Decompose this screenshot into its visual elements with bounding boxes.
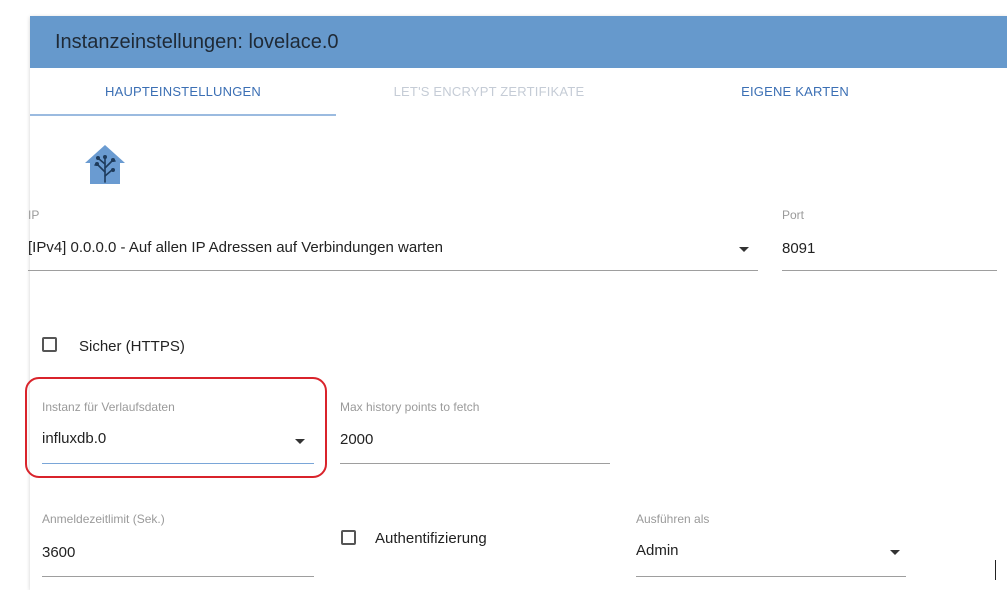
tab-custom-cards[interactable]: EIGENE KARTEN <box>642 68 948 116</box>
dialog-title: Instanzeinstellungen: lovelace.0 <box>30 16 1007 68</box>
port-underline <box>782 270 997 271</box>
tab-main-settings[interactable]: HAUPTEINSTELLUNGEN <box>30 68 336 116</box>
ip-underline <box>28 270 758 271</box>
instance-settings-dialog: Instanzeinstellungen: lovelace.0 HAUPTEI… <box>25 16 1007 590</box>
max-history-label: Max history points to fetch <box>340 400 480 414</box>
history-instance-underline <box>42 463 314 464</box>
caret-down-icon[interactable] <box>890 550 900 555</box>
port-label: Port <box>782 208 805 222</box>
port-input[interactable]: 8091 <box>782 240 815 257</box>
login-timeout-input[interactable]: 3600 <box>42 544 75 561</box>
caret-down-icon[interactable] <box>739 247 749 252</box>
home-assistant-logo-icon <box>85 145 125 184</box>
caret-down-icon[interactable] <box>295 439 305 444</box>
ip-select[interactable]: [IPv4] 0.0.0.0 - Auf allen IP Adressen a… <box>28 239 443 256</box>
run-as-select[interactable]: Admin <box>636 542 679 559</box>
page: Instanzeinstellungen: lovelace.0 HAUPTEI… <box>0 0 1007 590</box>
secure-label: Sicher (HTTPS) <box>79 338 185 355</box>
login-timeout-underline <box>42 576 314 577</box>
secure-checkbox[interactable] <box>42 337 57 352</box>
tab-bar: HAUPTEINSTELLUNGEN LET'S ENCRYPT ZERTIFI… <box>30 68 1007 134</box>
tab-lets-encrypt[interactable]: LET'S ENCRYPT ZERTIFIKATE <box>336 68 642 116</box>
history-instance-label: Instanz für Verlaufsdaten <box>42 400 175 414</box>
auth-checkbox[interactable] <box>341 530 356 545</box>
max-history-input[interactable]: 2000 <box>340 431 373 448</box>
history-instance-select[interactable]: influxdb.0 <box>42 430 106 447</box>
ip-label: IP <box>28 208 40 222</box>
max-history-underline <box>340 463 610 464</box>
login-timeout-label: Anmeldezeitlimit (Sek.) <box>42 512 165 526</box>
text-cursor <box>995 560 996 580</box>
run-as-label: Ausführen als <box>636 512 710 526</box>
run-as-underline <box>636 576 906 577</box>
auth-label: Authentifizierung <box>375 530 487 547</box>
